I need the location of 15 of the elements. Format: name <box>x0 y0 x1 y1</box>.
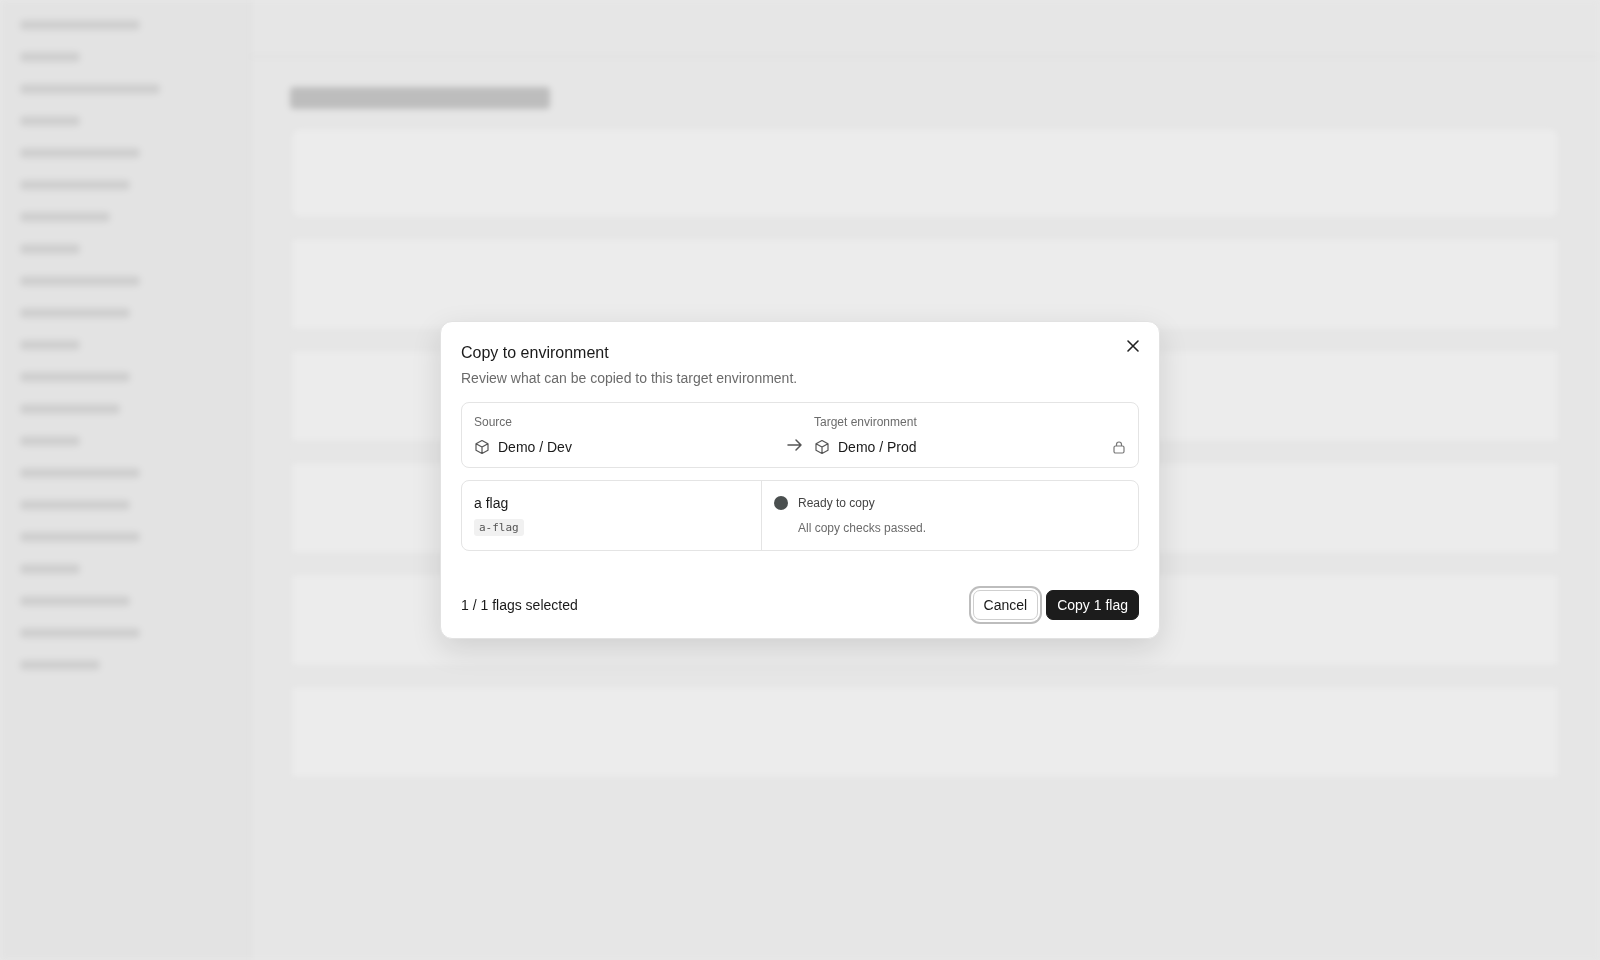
cube-icon <box>814 439 830 455</box>
dialog-title: Copy to environment <box>461 344 610 362</box>
dialog-subtitle: Review what can be copied to this target environment. <box>461 370 799 386</box>
target-environment: Demo / Prod <box>838 439 917 455</box>
source-label: Source <box>474 415 514 429</box>
status-label: Ready to copy <box>798 495 876 510</box>
flag-key: a-flag <box>474 519 524 536</box>
target-label: Target environment <box>814 415 918 429</box>
flag-name: a flag <box>474 495 510 511</box>
cube-icon <box>474 439 490 455</box>
selection-summary: 1 / 1 flags selected <box>461 597 578 613</box>
status-detail: All copy checks passed. <box>798 521 928 536</box>
copy-button[interactable]: Copy 1 flag <box>1046 590 1139 620</box>
source-environment: Demo / Dev <box>498 439 572 455</box>
arrow-right-icon <box>786 436 804 454</box>
